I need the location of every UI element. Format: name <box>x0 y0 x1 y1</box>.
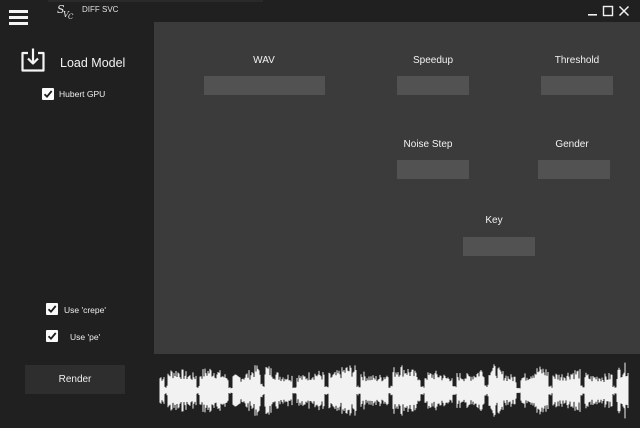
maximize-icon <box>602 5 614 17</box>
hamburger-menu-icon <box>9 10 28 13</box>
hubert-gpu-checkbox[interactable] <box>42 88 54 100</box>
speedup-input[interactable] <box>397 76 469 95</box>
waveform-graphic <box>158 359 631 422</box>
minimize-icon <box>588 14 597 16</box>
download-tray-icon <box>21 48 45 72</box>
speedup-label: Speedup <box>412 55 454 66</box>
title-bar: S V C DIFF SVC <box>0 0 640 22</box>
maximize-button[interactable] <box>601 3 615 17</box>
key-input[interactable] <box>463 237 535 256</box>
noise-step-input[interactable] <box>397 160 469 179</box>
gender-label: Gender <box>555 139 589 150</box>
title-divider <box>48 0 263 2</box>
checkmark-icon <box>47 332 57 341</box>
threshold-input[interactable] <box>541 76 613 95</box>
app-title: DIFF SVC <box>82 5 119 14</box>
render-button[interactable]: Render <box>25 365 125 394</box>
load-model-button[interactable] <box>20 47 46 73</box>
use-pe-checkbox[interactable] <box>46 330 58 342</box>
hamburger-menu-icon-bar <box>9 16 28 19</box>
load-model-label[interactable]: Load Model <box>60 56 125 70</box>
hamburger-menu-button[interactable] <box>9 10 28 26</box>
noise-step-label: Noise Step <box>403 139 453 150</box>
gender-input[interactable] <box>538 160 610 179</box>
app-logo-icon: S V C <box>57 3 74 21</box>
wav-label: WAV <box>253 55 275 66</box>
svg-text:C: C <box>68 13 74 20</box>
key-label: Key <box>485 215 503 226</box>
waveform-display <box>158 359 631 422</box>
checkmark-icon <box>47 305 57 314</box>
use-crepe-label: Use 'crepe' <box>64 305 106 315</box>
threshold-label: Threshold <box>554 55 600 66</box>
hamburger-menu-icon-bar <box>9 22 28 25</box>
hubert-gpu-label: Hubert GPU <box>59 89 106 99</box>
use-crepe-checkbox[interactable] <box>46 303 58 315</box>
app-logo: S V C <box>56 2 76 21</box>
checkmark-icon <box>43 90 53 99</box>
close-button[interactable] <box>617 3 631 17</box>
use-pe-label: Use 'pe' <box>70 332 101 342</box>
minimize-button[interactable] <box>586 3 600 17</box>
parameters-panel: WAV Speedup Threshold Noise Step Gender … <box>154 22 640 354</box>
wav-input[interactable] <box>204 76 325 95</box>
close-icon <box>618 5 630 17</box>
